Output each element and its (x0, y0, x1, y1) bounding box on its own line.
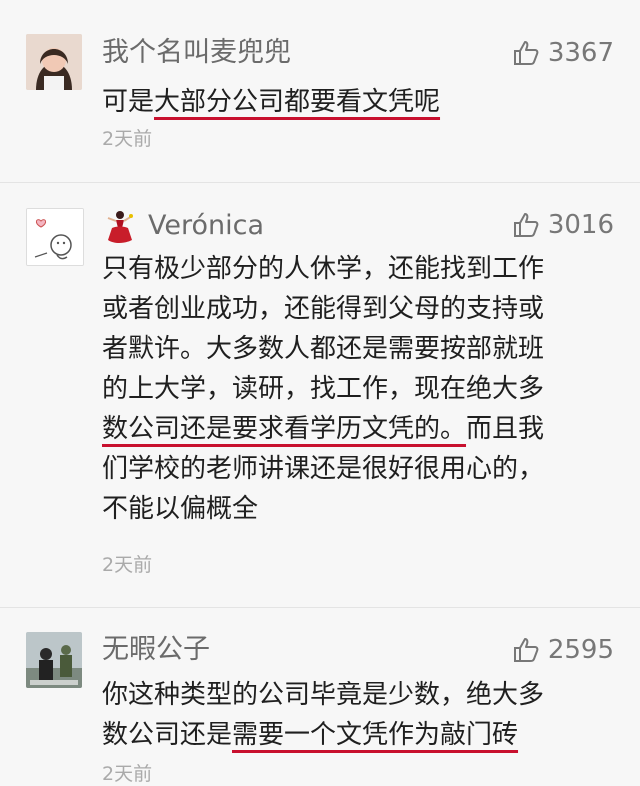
like-button[interactable]: 2595 (512, 633, 614, 667)
comment-line: 不能以偏概全 (102, 494, 259, 524)
like-count: 3016 (547, 210, 614, 240)
comment-text: 只有极少部分的人休学，还能找到工作 或者创业成功，还能得到父母的支持或 者默许。… (102, 249, 622, 529)
flamenco-dancer-icon (107, 211, 133, 243)
like-count: 2595 (547, 635, 614, 665)
like-button[interactable]: 3016 (512, 208, 614, 242)
avatar[interactable] (26, 208, 84, 266)
divider (0, 182, 640, 183)
comment-line: 们学校的老师讲课还是很好很用心的， (102, 454, 545, 484)
avatar-photo-icon (26, 34, 82, 90)
avatar[interactable] (26, 34, 82, 90)
avatar[interactable] (26, 632, 82, 688)
comment-line: 只有极少部分的人休学，还能找到工作 (102, 254, 545, 284)
comment-line: 者默许。大多数人都还是需要按部就班 (102, 334, 545, 364)
comment-line: 你这种类型的公司毕竟是少数，绝大多 (102, 680, 545, 710)
thumbs-up-icon (513, 41, 539, 65)
comment-author-row[interactable]: Verónica (102, 208, 264, 244)
divider (0, 607, 640, 608)
comment-author[interactable]: 无暇公子 (102, 633, 210, 667)
comment-line: 或者创业成功，还能得到父母的支持或 (102, 294, 545, 324)
comment-text: 你这种类型的公司毕竟是少数，绝大多 数公司还是需要一个文凭作为敲门砖 (102, 675, 622, 755)
comment-timestamp: 2天前 (102, 763, 153, 785)
comment-author[interactable]: 我个名叫麦兜兜 (102, 36, 291, 70)
comment-text: 可是大部分公司都要看文凭呢 (102, 82, 622, 122)
avatar-photo-icon (26, 632, 82, 688)
comment-line: 的上大学，读研，找工作，现在绝大多 (102, 374, 545, 404)
thumbs-up-icon (513, 213, 539, 237)
like-button[interactable]: 3367 (512, 36, 614, 70)
thumbs-up-icon (513, 638, 539, 662)
avatar-cartoon-icon (27, 209, 83, 265)
comment-timestamp: 2天前 (102, 128, 153, 150)
like-count: 3367 (547, 38, 614, 68)
comment-line: 数公司还是要求看学历文凭的。而且我 (102, 414, 545, 444)
comment-line: 数公司还是需要一个文凭作为敲门砖 (102, 720, 519, 750)
comment-line: 可是大部分公司都要看文凭呢 (102, 87, 441, 117)
comment-author: Verónica (148, 210, 265, 241)
comment-timestamp: 2天前 (102, 554, 153, 576)
